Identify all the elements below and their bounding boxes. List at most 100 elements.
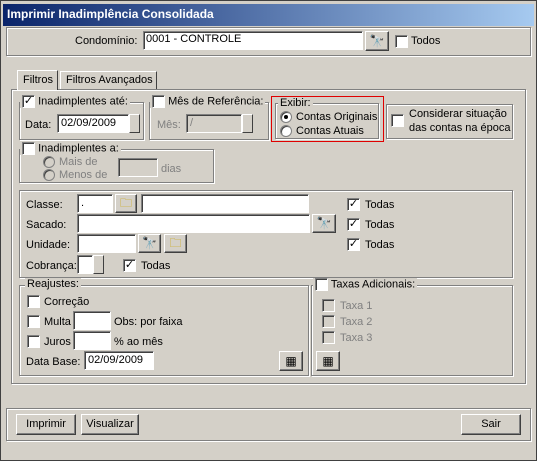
binoculars-icon: 🔭 [316, 216, 332, 230]
inadimplentes-ate-label: Inadimplentes até: [38, 95, 128, 108]
tab-filtros[interactable]: Filtros [17, 70, 58, 90]
cobranca-input[interactable] [77, 255, 93, 274]
search-sacado-button[interactable]: 🔭 [312, 214, 336, 233]
juros-label: Juros [44, 336, 71, 348]
menos-de-radio[interactable] [43, 169, 55, 181]
condominio-input[interactable]: 0001 - CONTROLE [143, 31, 363, 50]
data-spinner[interactable] [129, 114, 140, 133]
mes-referencia-label: Mês de Referência: [168, 95, 264, 108]
dialog-window: Imprimir Inadimplência Consolidada Condo… [0, 0, 537, 461]
taxa1-label: Taxa 1 [340, 300, 373, 312]
sacado-label: Sacado: [26, 219, 67, 231]
taxas-adicionais-group [311, 285, 513, 376]
classe-todas-checkbox[interactable]: ✓ [347, 198, 360, 211]
classe-name-input[interactable] [141, 194, 309, 213]
tab-filtros-label: Filtros [23, 74, 53, 86]
classe-folder-button[interactable]: 🗀 [115, 194, 137, 213]
inadimplentes-a-checkbox[interactable] [22, 142, 35, 155]
sacado-input[interactable] [77, 214, 310, 233]
visualizar-button[interactable]: Visualizar [81, 414, 139, 435]
data-base-label: Data Base: [26, 356, 81, 368]
tab-filtros-avancados[interactable]: Filtros Avançados [60, 71, 157, 89]
dias-input[interactable] [118, 158, 158, 177]
classe-code-input[interactable]: . [77, 194, 113, 213]
correcao-checkbox[interactable] [27, 295, 40, 308]
table-settings-icon: ▦ [322, 354, 334, 368]
data-base-input[interactable]: 02/09/2009 [84, 351, 154, 370]
taxa2-checkbox[interactable] [322, 315, 335, 328]
classe-label: Classe: [26, 199, 63, 211]
dias-label: dias [161, 163, 182, 175]
obs-label: Obs: por faixa [114, 316, 183, 328]
unidade-todas-checkbox[interactable]: ✓ [347, 238, 360, 251]
tab-filtros-avancados-label: Filtros Avançados [66, 74, 153, 86]
considerar-label-2: das contas na época [409, 122, 511, 134]
visualizar-label: Visualizar [86, 418, 134, 430]
mes-referencia-legend: Mês de Referência: [150, 95, 266, 108]
considerar-label-1: Considerar situação [409, 108, 507, 120]
inadimplentes-a-legend: Inadimplentes a: [20, 142, 121, 155]
sacado-todas-label: Todas [365, 219, 395, 231]
inadimplentes-a-label: Inadimplentes a: [38, 142, 119, 155]
juros-checkbox[interactable] [27, 335, 40, 348]
unidade-input[interactable] [77, 234, 136, 253]
contas-atuais-radio[interactable] [280, 125, 292, 137]
taxas-settings-button[interactable]: ▦ [316, 351, 340, 371]
contas-atuais-label: Contas Atuais [296, 125, 364, 137]
taxas-adicionais-checkbox[interactable] [315, 278, 328, 291]
inadimplentes-ate-checkbox[interactable]: ✓ [22, 95, 35, 108]
multa-input[interactable] [73, 311, 111, 330]
taxa1-checkbox[interactable] [322, 299, 335, 312]
table-settings-icon: ▦ [285, 354, 297, 368]
taxa2-label: Taxa 2 [340, 316, 373, 328]
taxa3-checkbox[interactable] [322, 331, 335, 344]
sair-button[interactable]: Sair [461, 414, 521, 435]
unidade-label: Unidade: [26, 239, 71, 251]
imprimir-label: Imprimir [26, 418, 66, 430]
binoculars-icon: 🔭 [369, 34, 385, 48]
mes-input[interactable]: / [186, 114, 242, 133]
mes-label: Mês: [157, 119, 181, 131]
search-condominio-button[interactable]: 🔭 [365, 31, 389, 51]
mais-de-label: Mais de [59, 156, 98, 168]
mes-spinner[interactable] [242, 114, 253, 133]
cobranca-label: Cobrança: [26, 260, 77, 272]
inadimplentes-ate-legend: ✓ Inadimplentes até: [20, 95, 130, 108]
data-input[interactable]: 02/09/2009 [57, 114, 129, 133]
condominio-label: Condomínio: [75, 35, 138, 47]
title-bar[interactable]: Imprimir Inadimplência Consolidada [3, 4, 534, 26]
cobranca-todas-checkbox[interactable]: ✓ [123, 259, 136, 272]
correcao-label: Correção [44, 296, 90, 308]
todos-condominio-label: Todos [411, 35, 441, 47]
search-unidade-button[interactable]: 🔭 [138, 234, 161, 253]
unidade-todas-label: Todas [365, 239, 395, 251]
exibir-legend: Exibir: [278, 97, 313, 109]
todos-condominio-checkbox[interactable] [395, 35, 408, 48]
window-title: Imprimir Inadimplência Consolidada [7, 7, 214, 21]
multa-label: Multa [44, 316, 71, 328]
sacado-todas-checkbox[interactable]: ✓ [347, 218, 360, 231]
menos-de-label: Menos de [59, 169, 108, 181]
multa-checkbox[interactable] [27, 315, 40, 328]
mes-referencia-checkbox[interactable] [152, 95, 165, 108]
mais-de-radio[interactable] [43, 156, 55, 168]
sair-label: Sair [481, 418, 501, 430]
contas-originais-radio[interactable] [280, 111, 292, 123]
taxas-adicionais-label: Taxas Adicionais: [330, 278, 416, 291]
ao-mes-label: % ao mês [114, 336, 163, 348]
taxa3-label: Taxa 3 [340, 332, 373, 344]
unidade-folder-button[interactable]: 🗀 [164, 234, 187, 253]
considerar-situacao-checkbox[interactable] [391, 114, 404, 127]
folder-icon: 🗀 [169, 236, 182, 250]
contas-originais-label: Contas Originais [296, 111, 378, 123]
taxas-adicionais-legend: Taxas Adicionais: [313, 278, 418, 291]
cobranca-spinner[interactable] [93, 255, 104, 274]
data-label: Data: [25, 119, 52, 131]
juros-input[interactable] [73, 331, 111, 350]
imprimir-button[interactable]: Imprimir [16, 414, 76, 435]
binoculars-icon: 🔭 [142, 236, 157, 250]
reajustes-settings-button[interactable]: ▦ [279, 351, 303, 371]
cobranca-todas-label: Todas [141, 260, 171, 272]
folder-icon: 🗀 [119, 196, 132, 210]
reajustes-legend: Reajustes: [25, 278, 81, 290]
